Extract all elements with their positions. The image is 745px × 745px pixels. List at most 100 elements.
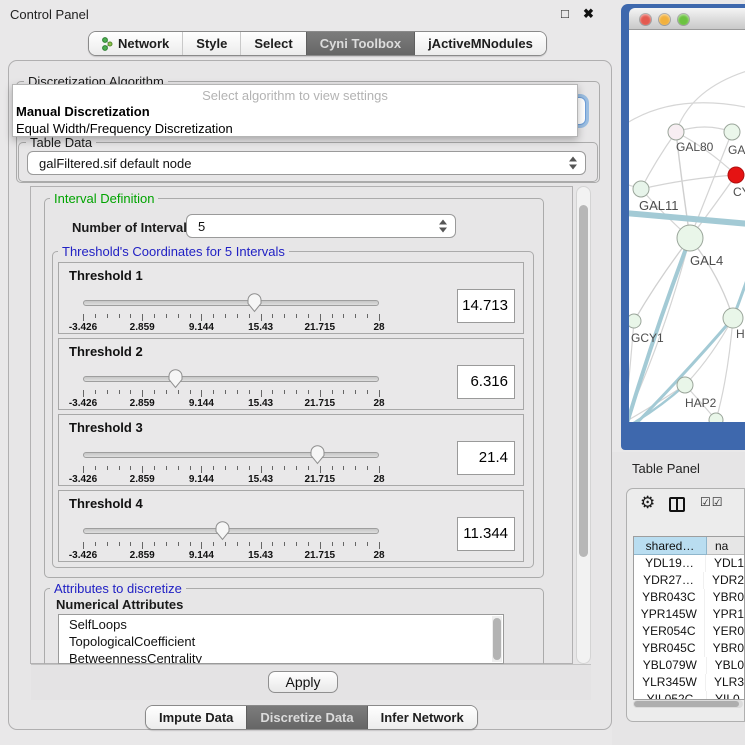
tab-impute-data[interactable]: Impute Data bbox=[146, 706, 246, 729]
table-row[interactable]: YBR043CYBR0 bbox=[634, 589, 744, 606]
numerical-attributes-label: Numerical Attributes bbox=[56, 597, 183, 612]
table-row[interactable]: YDL19…YDL1 bbox=[634, 555, 744, 572]
split-columns-icon[interactable] bbox=[669, 497, 685, 512]
slider-ticks bbox=[83, 542, 379, 550]
tab-label: Impute Data bbox=[159, 710, 233, 725]
tab-style[interactable]: Style bbox=[182, 32, 240, 55]
list-scrollbar[interactable] bbox=[492, 616, 502, 662]
cell-shared-name[interactable]: YER054C bbox=[634, 623, 705, 640]
slider-ticks bbox=[83, 390, 379, 398]
attribute-list-item[interactable]: SelfLoops bbox=[59, 615, 503, 632]
cell-name[interactable]: YLR3 bbox=[706, 674, 744, 691]
numerical-attributes-list[interactable]: SelfLoopsTopologicalCoefficientBetweenne… bbox=[58, 614, 504, 664]
column-header-shared-name[interactable]: shared… bbox=[634, 537, 707, 555]
tab-cyni-toolbox[interactable]: Cyni Toolbox bbox=[306, 32, 414, 55]
table-row[interactable]: YER054CYER0 bbox=[634, 623, 744, 640]
num-intervals-spinner[interactable]: 5 bbox=[186, 214, 456, 238]
dropdown-hint: Select algorithm to view settings bbox=[13, 88, 577, 103]
scrollbar-thumb[interactable] bbox=[634, 701, 739, 707]
gear-icon[interactable]: ⚙ bbox=[640, 493, 655, 513]
slider-thumb-icon[interactable] bbox=[214, 520, 231, 541]
network-node[interactable] bbox=[709, 413, 723, 422]
dropdown-option-manual[interactable]: Manual Discretization bbox=[16, 104, 150, 119]
attribute-list-item[interactable]: TopologicalCoefficient bbox=[59, 632, 503, 649]
cell-shared-name[interactable]: YLR345W bbox=[634, 674, 706, 691]
network-node[interactable] bbox=[677, 225, 703, 251]
cell-shared-name[interactable]: YIL052C bbox=[634, 691, 707, 700]
close-icon[interactable]: ✖ bbox=[583, 6, 594, 22]
network-node[interactable] bbox=[668, 124, 684, 140]
bottom-tab-bar: Impute Data Discretize DataInfer Network bbox=[145, 705, 478, 730]
zoom-traffic-light[interactable] bbox=[678, 14, 689, 25]
tab-discretize-data[interactable]: Discretize Data bbox=[246, 706, 366, 729]
tab-label: Network bbox=[118, 36, 169, 51]
table-horizontal-scrollbar[interactable] bbox=[633, 700, 743, 708]
network-node[interactable] bbox=[728, 167, 744, 183]
vertical-scrollbar[interactable] bbox=[576, 186, 591, 664]
cell-name[interactable]: YDR2 bbox=[704, 572, 744, 589]
threshold-slider[interactable]: -3.4262.8599.14415.4321.71528 bbox=[83, 519, 379, 561]
cell-name[interactable]: YER0 bbox=[705, 623, 744, 640]
table-row[interactable]: YPR145WYPR1 bbox=[634, 606, 744, 623]
slider-thumb-icon[interactable] bbox=[309, 444, 326, 465]
apply-button[interactable]: Apply bbox=[268, 671, 338, 693]
attribute-list-item[interactable]: BetweennessCentrality bbox=[59, 649, 503, 664]
threshold-value-field[interactable]: 11.344 bbox=[457, 517, 515, 551]
dropdown-option-equal-width[interactable]: Equal Width/Frequency Discretization bbox=[16, 121, 233, 136]
slider-thumb-icon[interactable] bbox=[167, 368, 184, 389]
scrollbar-thumb[interactable] bbox=[579, 205, 588, 557]
threshold-value-field[interactable]: 6.316 bbox=[457, 365, 515, 399]
num-intervals-value: 5 bbox=[198, 219, 205, 234]
threshold-panel: Threshold 4 -3.4262.8599.14415.4321.7152… bbox=[58, 490, 524, 562]
close-traffic-light[interactable] bbox=[640, 14, 651, 25]
cell-shared-name[interactable]: YDL19… bbox=[634, 555, 706, 572]
threshold-value-field[interactable]: 14.713 bbox=[457, 289, 515, 323]
tab-select[interactable]: Select bbox=[240, 32, 305, 55]
cell-shared-name[interactable]: YDR27… bbox=[634, 572, 704, 589]
threshold-panel: Threshold 3 -3.4262.8599.14415.4321.7152… bbox=[58, 414, 524, 486]
table-row[interactable]: YIL052CYIL0 bbox=[634, 691, 744, 700]
table-data-group-label: Table Data bbox=[26, 135, 96, 150]
threshold-slider[interactable]: -3.4262.8599.14415.4321.71528 bbox=[83, 367, 379, 409]
network-canvas[interactable]: GAL80GACYGAL11GAL4GCY1HIHAP2 bbox=[629, 30, 745, 422]
cell-name[interactable]: YBL0 bbox=[707, 657, 744, 674]
cell-name[interactable]: YIL0 bbox=[707, 691, 744, 700]
slider-track[interactable] bbox=[83, 376, 379, 382]
table-row[interactable]: YDR27…YDR2 bbox=[634, 572, 744, 589]
network-node[interactable] bbox=[629, 314, 641, 328]
network-node[interactable] bbox=[677, 377, 693, 393]
tab-jactivemnodules[interactable]: jActiveMNodules bbox=[414, 32, 546, 55]
tab-network[interactable]: Network bbox=[89, 32, 182, 55]
table-row[interactable]: YLR345WYLR3 bbox=[634, 674, 744, 691]
tab-label: Cyni Toolbox bbox=[320, 36, 401, 51]
threshold-slider[interactable]: -3.4262.8599.14415.4321.71528 bbox=[83, 291, 379, 333]
cell-name[interactable]: YBR0 bbox=[705, 589, 744, 606]
cell-shared-name[interactable]: YPR145W bbox=[634, 606, 705, 623]
network-node-label: HI bbox=[736, 327, 745, 341]
minimize-traffic-light[interactable] bbox=[659, 14, 670, 25]
threshold-title: Threshold 3 bbox=[69, 420, 143, 435]
cell-name[interactable]: YDL1 bbox=[706, 555, 744, 572]
slider-track[interactable] bbox=[83, 452, 379, 458]
network-node-label: GCY1 bbox=[631, 331, 664, 345]
cell-name[interactable]: YBR0 bbox=[705, 640, 744, 657]
threshold-value-field[interactable]: 21.4 bbox=[457, 441, 515, 475]
tab-infer-network[interactable]: Infer Network bbox=[367, 706, 477, 729]
float-icon[interactable]: □ bbox=[561, 6, 569, 21]
table-row[interactable]: YBR045CYBR0 bbox=[634, 640, 744, 657]
column-header-name[interactable]: na bbox=[707, 537, 744, 555]
network-node[interactable] bbox=[723, 308, 743, 328]
cell-name[interactable]: YPR1 bbox=[705, 606, 744, 623]
cell-shared-name[interactable]: YBL079W bbox=[634, 657, 707, 674]
cell-shared-name[interactable]: YBR043C bbox=[634, 589, 705, 606]
slider-track[interactable] bbox=[83, 300, 379, 306]
cell-shared-name[interactable]: YBR045C bbox=[634, 640, 705, 657]
threshold-slider[interactable]: -3.4262.8599.14415.4321.71528 bbox=[83, 443, 379, 485]
table-data-combobox[interactable]: galFiltered.sif default node bbox=[27, 151, 586, 175]
network-node[interactable] bbox=[724, 124, 740, 140]
network-window-titlebar[interactable] bbox=[629, 8, 745, 30]
checkbox-columns-icon[interactable]: ☑☑ bbox=[700, 495, 724, 509]
slider-thumb-icon[interactable] bbox=[246, 292, 263, 313]
network-node[interactable] bbox=[633, 181, 649, 197]
table-row[interactable]: YBL079WYBL0 bbox=[634, 657, 744, 674]
